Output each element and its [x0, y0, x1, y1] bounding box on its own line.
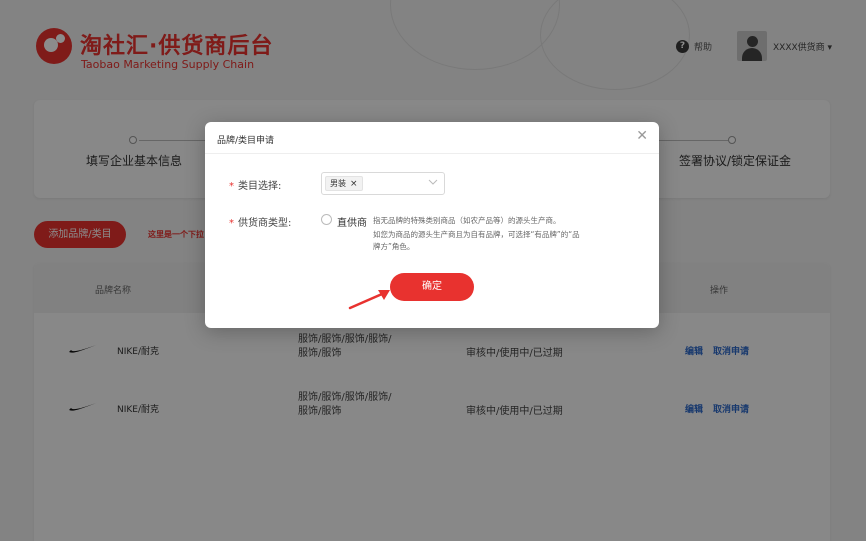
category-select[interactable]: 男装 ×	[321, 172, 445, 195]
selected-tag: 男装 ×	[325, 176, 363, 191]
confirm-button[interactable]: 确定	[390, 273, 474, 301]
chevron-down-icon	[428, 179, 438, 185]
dialog-title: 品牌/类目申请	[217, 136, 275, 146]
supplier-type-label-text: 供货商类型:	[238, 218, 292, 229]
selected-tag-label: 男装	[330, 179, 346, 188]
required-mark: *	[229, 181, 234, 192]
supplier-description: 指无品牌的特殊类别商品（如农产品等）的源头生产商。	[373, 216, 561, 225]
divider	[205, 153, 659, 154]
brand-category-dialog: 品牌/类目申请 ✕ * 类目选择: 男装 × * 供货商类型: 直供商 指无品牌的特殊…	[205, 122, 659, 328]
red-arrow-annotation	[348, 290, 390, 310]
remove-tag-icon[interactable]: ×	[350, 179, 358, 189]
category-label: * 类目选择:	[229, 177, 281, 192]
supplier-type-label: * 供货商类型:	[229, 214, 291, 229]
direct-supplier-label[interactable]: 直供商	[337, 214, 367, 229]
supplier-description: 牌方”角色。	[373, 242, 415, 251]
close-icon[interactable]: ✕	[636, 128, 648, 144]
supplier-description: 如您为商品的源头生产商且为自有品牌，可选择“有品牌”的“品	[373, 230, 580, 239]
category-label-text: 类目选择:	[238, 181, 282, 192]
direct-supplier-radio[interactable]	[321, 214, 332, 225]
required-mark: *	[229, 218, 234, 229]
